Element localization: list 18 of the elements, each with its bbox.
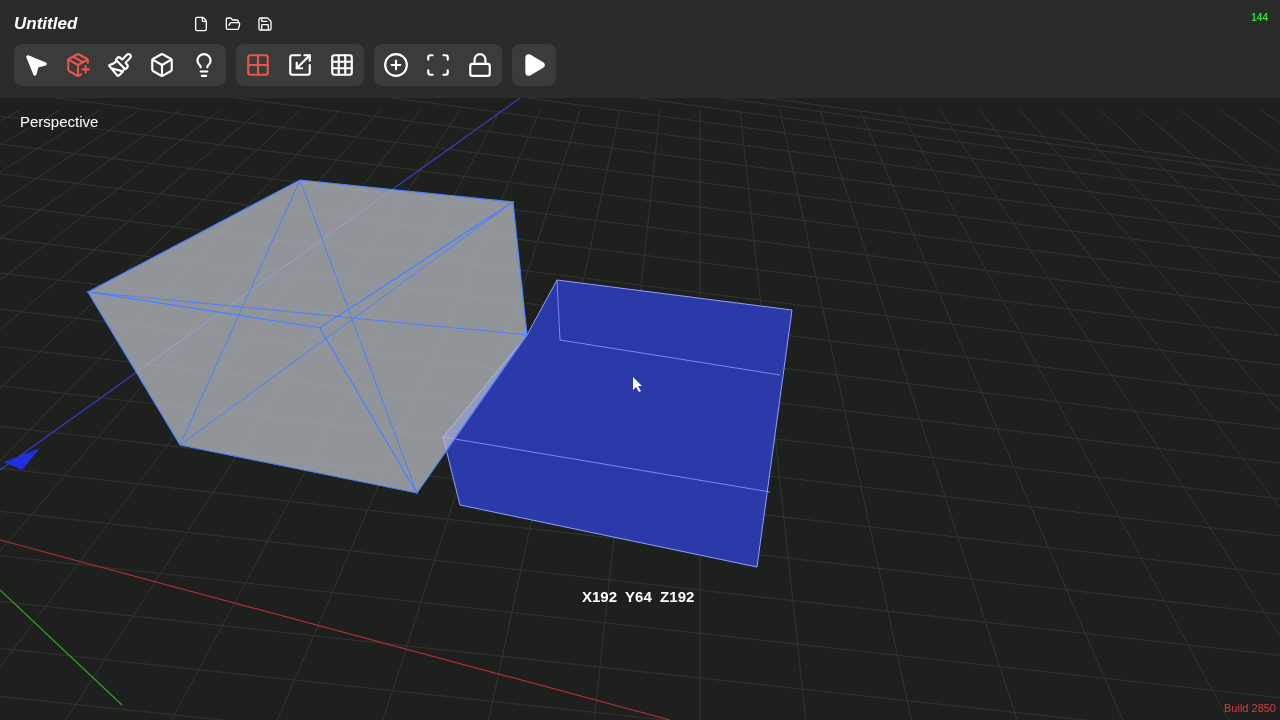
maximize-pane-icon	[287, 52, 313, 78]
viewport-scene-drawing[interactable]	[0, 98, 1280, 720]
lock-icon	[467, 52, 493, 78]
file-icon	[193, 16, 209, 32]
focus-frame-icon	[425, 52, 451, 78]
cube-plus-icon	[65, 52, 91, 78]
sphere-plus-icon	[383, 52, 409, 78]
wireframe-cube-icon	[149, 52, 175, 78]
four-panes-icon	[245, 52, 271, 78]
grid-icon	[329, 52, 355, 78]
fps-counter: 144	[1251, 11, 1268, 25]
dimensions-label: X192 Y64 Z192	[582, 587, 695, 607]
brush-icon	[107, 52, 133, 78]
pointer-icon	[23, 52, 49, 78]
build-label: Build 2850	[1224, 700, 1276, 716]
window-title: Untitled	[14, 13, 79, 36]
view-label: Perspective	[20, 112, 99, 132]
folder-icon	[225, 16, 241, 32]
